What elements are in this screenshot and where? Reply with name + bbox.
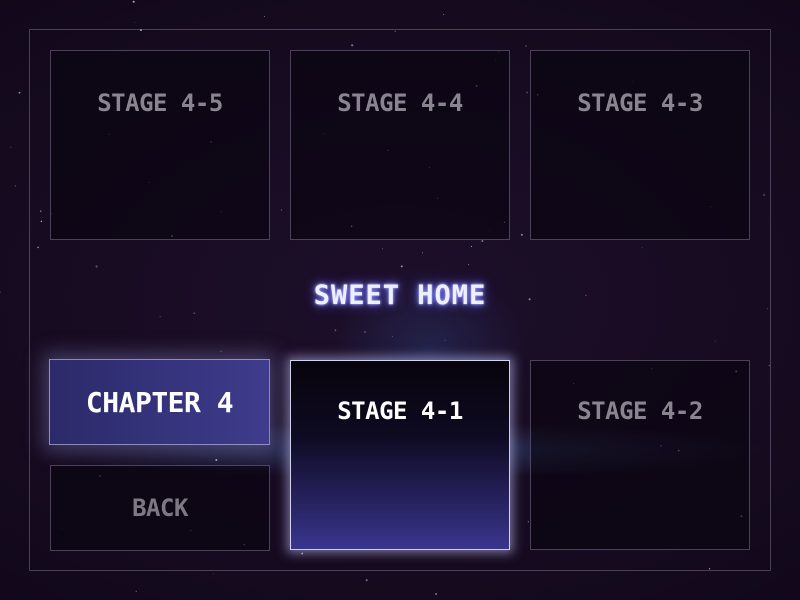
back-label: BACK — [132, 494, 188, 522]
star — [18, 91, 21, 94]
star — [135, 590, 138, 593]
star — [264, 16, 265, 17]
star — [365, 579, 368, 582]
stage-label: STAGE 4-1 — [337, 397, 463, 425]
world-title: SWEET HOME — [313, 280, 487, 311]
stage-label: STAGE 4-5 — [97, 89, 223, 117]
tile-stage-4-1[interactable]: STAGE 4-1 — [290, 360, 510, 550]
tile-stage-4-5[interactable]: STAGE 4-5 — [50, 50, 270, 240]
back-button[interactable]: BACK — [50, 465, 270, 551]
star — [10, 146, 12, 148]
star — [132, 0, 135, 3]
tile-stage-4-2[interactable]: STAGE 4-2 — [530, 360, 750, 550]
tile-stage-4-3[interactable]: STAGE 4-3 — [530, 50, 750, 240]
chapter-label: CHAPTER 4 — [85, 385, 234, 419]
star — [134, 21, 136, 23]
chapter-button[interactable]: CHAPTER 4 — [49, 359, 270, 445]
stage-label: STAGE 4-4 — [337, 89, 463, 117]
star — [213, 573, 214, 575]
stage-label: STAGE 4-3 — [577, 89, 703, 117]
star — [435, 593, 437, 595]
stage-label: STAGE 4-2 — [577, 397, 703, 425]
star — [442, 13, 445, 16]
star — [14, 185, 17, 187]
tile-stage-4-4[interactable]: STAGE 4-4 — [290, 50, 510, 240]
